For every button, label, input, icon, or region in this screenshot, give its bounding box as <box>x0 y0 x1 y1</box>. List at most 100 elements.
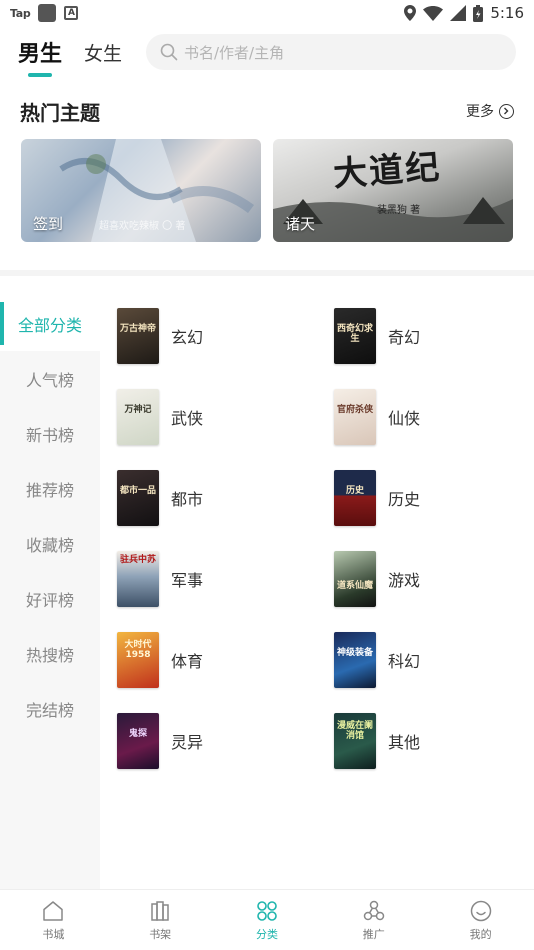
sidebar-item-label: 推荐榜 <box>25 480 74 500</box>
sidebar-item-label: 完结榜 <box>25 700 74 720</box>
signal-icon <box>450 5 467 21</box>
category-item[interactable]: 大时代1958 体育 <box>117 632 203 688</box>
tab-female[interactable]: 女生 <box>84 39 122 66</box>
category-item[interactable]: 万神记 武侠 <box>117 389 203 445</box>
book-cover: 驻兵中苏 <box>117 551 159 607</box>
top-header: 男生 女生 书名/作者/主角 <box>0 30 534 77</box>
category-item[interactable]: 万古神帝 玄幻 <box>117 308 203 364</box>
book-cover: 鬼探 <box>117 713 159 769</box>
cover-text: 历史 <box>345 486 364 496</box>
cover-text: 漫威在阑消馆 <box>337 721 374 741</box>
category-label: 体育 <box>171 652 204 671</box>
nav-category[interactable]: 分类 <box>214 890 321 950</box>
search-bar[interactable]: 书名/作者/主角 <box>146 34 516 70</box>
search-icon <box>160 43 178 61</box>
nav-label: 推广 <box>362 927 385 941</box>
sidebar-item-completed[interactable]: 完结榜 <box>0 681 100 736</box>
cover-text: 鬼探 <box>128 729 147 739</box>
cover-text: 万神记 <box>124 405 152 415</box>
carrier-label: Tap <box>10 6 31 20</box>
banner-caption: 超喜欢吃辣椒 〇 著 <box>99 221 186 232</box>
category-item[interactable]: 驻兵中苏 军事 <box>117 551 203 607</box>
category-item[interactable]: 都市一品 都市 <box>117 470 203 526</box>
clock: 5:16 <box>490 4 524 22</box>
category-label: 奇幻 <box>388 328 421 347</box>
cover-text: 官府杀侠 <box>337 405 374 415</box>
ranking-sidebar: 全部分类 人气榜 新书榜 推荐榜 收藏榜 好评榜 热搜榜 完结榜 <box>0 296 100 889</box>
category-item[interactable]: 鬼探 灵异 <box>117 713 203 769</box>
book-cover: 历史 <box>334 470 376 526</box>
battery-icon <box>473 4 484 22</box>
category-label: 玄幻 <box>171 328 204 347</box>
sidebar-item-label: 人气榜 <box>25 370 74 390</box>
book-cover: 万神记 <box>117 389 159 445</box>
sidebar-item-all[interactable]: 全部分类 <box>0 296 100 351</box>
more-link[interactable]: 更多 <box>466 101 514 121</box>
book-cover: 漫威在阑消馆 <box>334 713 376 769</box>
nav-label: 我的 <box>469 927 492 941</box>
category-item[interactable]: 西奇幻求生 奇幻 <box>334 308 420 364</box>
cover-text: 驻兵中苏 <box>120 555 157 565</box>
cover-text: 万古神帝 <box>120 324 157 334</box>
banner-label: 签到 <box>33 215 64 233</box>
book-cover: 道系仙魔 <box>334 551 376 607</box>
banner-art-title: 大道纪 <box>331 147 443 195</box>
sidebar-item-favorite[interactable]: 收藏榜 <box>0 516 100 571</box>
chevron-right-icon <box>499 103 514 119</box>
category-label: 军事 <box>171 571 204 590</box>
category-item[interactable]: 道系仙魔 游戏 <box>334 551 420 607</box>
share-icon <box>363 900 385 920</box>
category-label: 仙侠 <box>388 409 421 428</box>
sidebar-item-popular[interactable]: 人气榜 <box>0 351 100 406</box>
category-item[interactable]: 历史 历史 <box>334 470 420 526</box>
category-item[interactable]: 神级装备 科幻 <box>334 632 420 688</box>
book-cover: 官府杀侠 <box>334 389 376 445</box>
status-bar: Tap A 5:16 <box>0 0 534 26</box>
book-cover: 西奇幻求生 <box>334 308 376 364</box>
category-label: 历史 <box>388 490 421 509</box>
nav-label: 书架 <box>149 927 172 941</box>
category-label: 其他 <box>388 733 421 752</box>
wifi-icon <box>423 5 444 21</box>
search-placeholder: 书名/作者/主角 <box>184 43 285 62</box>
category-label: 科幻 <box>388 652 421 671</box>
tab-male[interactable]: 男生 <box>18 36 62 77</box>
cover-text: 大时代1958 <box>124 640 152 660</box>
sidebar-item-label: 热搜榜 <box>25 645 74 665</box>
cover-text: 西奇幻求生 <box>337 324 374 344</box>
sidebar-item-new[interactable]: 新书榜 <box>0 406 100 461</box>
category-item[interactable]: 漫威在阑消馆 其他 <box>334 713 420 769</box>
book-cover: 万古神帝 <box>117 308 159 364</box>
sidebar-item-hot-search[interactable]: 热搜榜 <box>0 626 100 681</box>
category-icon <box>257 900 277 921</box>
sidebar-item-label: 全部分类 <box>17 315 82 335</box>
bookshelf-icon <box>151 900 169 921</box>
category-item[interactable]: 官府杀侠 仙侠 <box>334 389 420 445</box>
banner-author: 装黑狗 著 <box>377 205 421 216</box>
section-divider <box>0 270 534 276</box>
sidebar-item-label: 好评榜 <box>25 590 74 610</box>
banner-label: 诸天 <box>285 215 316 233</box>
hot-topics-header: 热门主题 更多 <box>20 96 514 126</box>
nav-label: 书城 <box>42 927 65 941</box>
nav-bookstore[interactable]: 书城 <box>0 890 107 950</box>
sidebar-item-label: 新书榜 <box>25 425 74 445</box>
sidebar-item-rating[interactable]: 好评榜 <box>0 571 100 626</box>
topic-banner-checkin[interactable]: 签到 超喜欢吃辣椒 〇 著 <box>21 139 261 242</box>
category-label: 武侠 <box>171 409 204 428</box>
nav-label: 分类 <box>255 927 278 941</box>
sidebar-item-recommend[interactable]: 推荐榜 <box>0 461 100 516</box>
notification-icon <box>38 4 57 22</box>
app-notification-icon: A <box>64 6 79 20</box>
nav-profile[interactable]: 我的 <box>427 890 534 950</box>
category-label: 游戏 <box>388 571 421 590</box>
category-label: 都市 <box>171 490 204 509</box>
book-cover: 大时代1958 <box>117 632 159 688</box>
topic-banner-zhutian[interactable]: 大道纪 装黑狗 著 诸天 <box>273 139 513 242</box>
home-icon <box>43 900 64 921</box>
nav-promote[interactable]: 推广 <box>320 890 427 950</box>
nav-bookshelf[interactable]: 书架 <box>107 890 214 950</box>
book-cover: 神级装备 <box>334 632 376 688</box>
category-label: 灵异 <box>171 733 204 752</box>
cover-text: 道系仙魔 <box>337 581 374 591</box>
